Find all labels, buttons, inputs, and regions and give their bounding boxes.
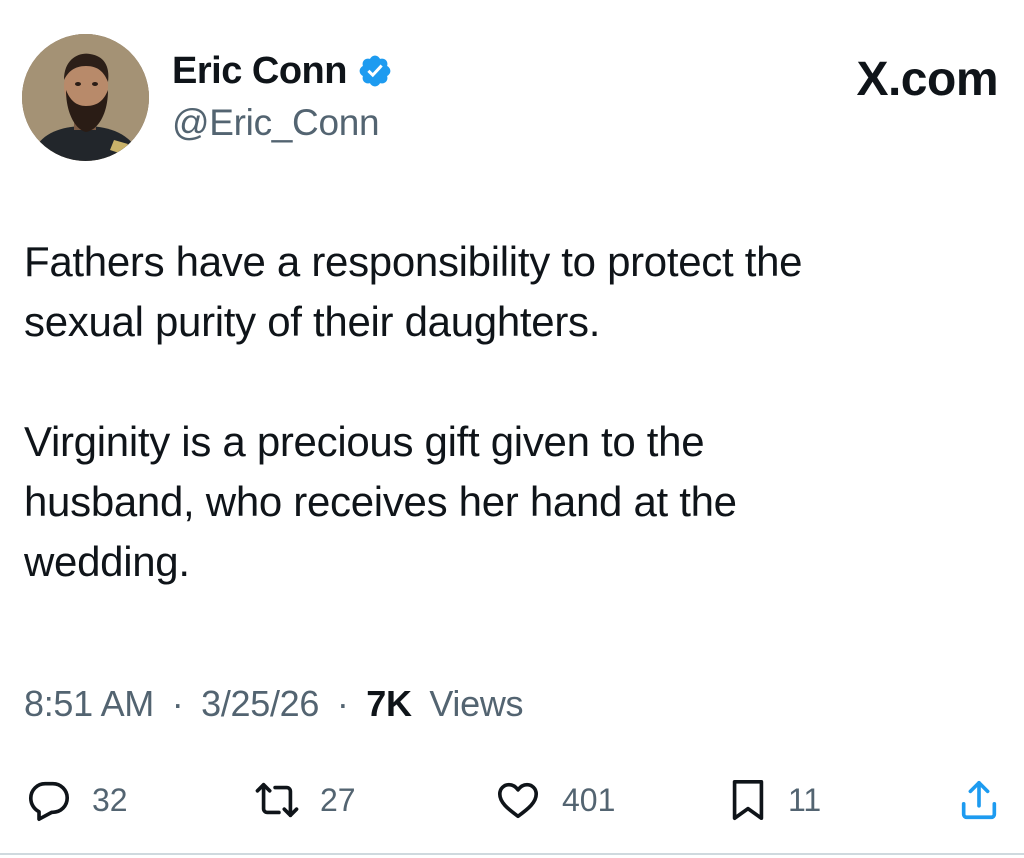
meta-separator: · bbox=[336, 683, 349, 724]
share-button[interactable] bbox=[956, 770, 1002, 830]
reply-icon bbox=[28, 781, 70, 821]
tweet-time[interactable]: 8:51 AM bbox=[24, 683, 154, 724]
bookmark-count: 11 bbox=[788, 781, 822, 818]
bookmark-icon bbox=[732, 779, 764, 821]
bookmark-button[interactable]: 11 bbox=[728, 770, 821, 830]
tweet-meta: 8:51 AM · 3/25/26 · 7K Views bbox=[24, 683, 524, 725]
avatar-portrait bbox=[22, 34, 149, 161]
site-label: X.com bbox=[856, 53, 998, 106]
tweet-paragraph: Fathers have a responsibility to protect… bbox=[24, 238, 803, 345]
like-count: 401 bbox=[562, 781, 616, 818]
action-bar: 32 27 401 11 bbox=[0, 770, 1024, 830]
display-name[interactable]: Eric Conn bbox=[172, 50, 347, 93]
reply-count: 32 bbox=[92, 781, 128, 818]
verified-badge-icon bbox=[357, 53, 393, 89]
meta-separator: · bbox=[171, 683, 184, 724]
handle[interactable]: @Eric_Conn bbox=[172, 102, 393, 144]
repost-icon bbox=[255, 782, 299, 818]
share-icon bbox=[961, 780, 997, 820]
divider bbox=[0, 853, 1024, 855]
tweet-card: Eric Conn @Eric_Conn X.com Fathers have … bbox=[0, 0, 1024, 858]
views-label: Views bbox=[429, 683, 524, 724]
views-count: 7K bbox=[366, 683, 412, 724]
heart-icon bbox=[497, 782, 539, 819]
display-name-row: Eric Conn bbox=[172, 48, 393, 94]
tweet-date[interactable]: 3/25/26 bbox=[201, 683, 319, 724]
author-block: Eric Conn @Eric_Conn bbox=[172, 48, 393, 144]
repost-count: 27 bbox=[320, 781, 356, 818]
like-button[interactable]: 401 bbox=[494, 770, 615, 830]
repost-button[interactable]: 27 bbox=[254, 770, 356, 830]
reply-button[interactable]: 32 bbox=[26, 770, 128, 830]
tweet-paragraph: Virginity is a precious gift given to th… bbox=[24, 418, 737, 585]
avatar[interactable] bbox=[22, 34, 149, 161]
tweet-text: Fathers have a responsibility to protect… bbox=[24, 232, 984, 652]
